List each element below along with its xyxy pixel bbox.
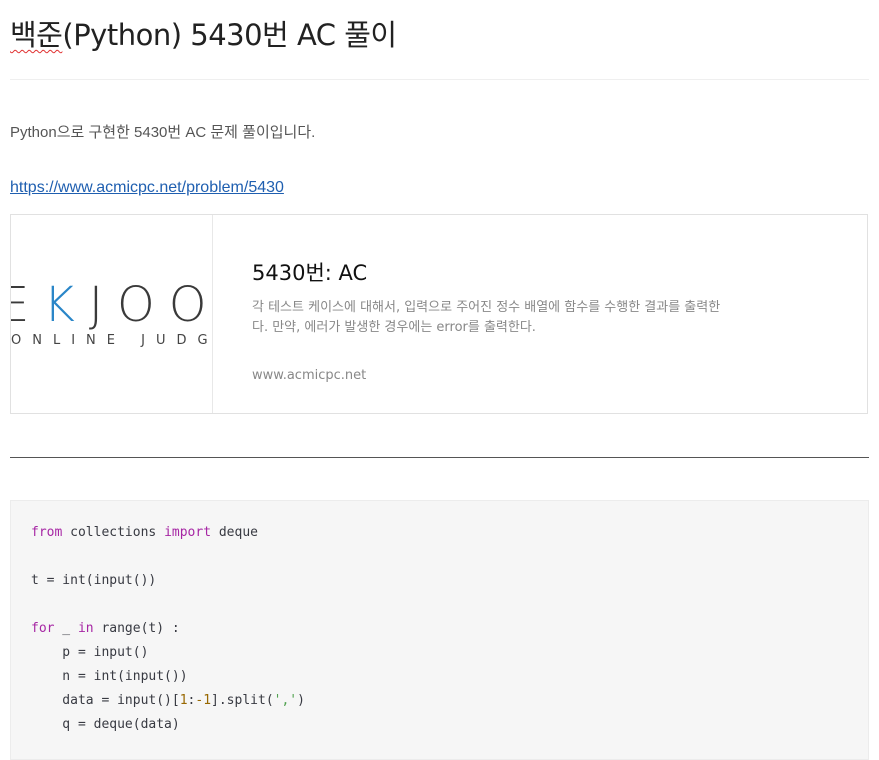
code-token: deque xyxy=(211,525,258,540)
code-lines: from collections import deque t = int(in… xyxy=(31,521,305,737)
code-token: n = int(input()) xyxy=(31,669,188,684)
logo-letter: E xyxy=(11,277,43,333)
code-token-kw: from xyxy=(31,525,63,540)
code-token: ].split( xyxy=(211,693,274,708)
title-divider xyxy=(10,79,869,80)
code-line: t = int(input()) xyxy=(31,569,305,593)
horizontal-rule xyxy=(10,457,869,458)
page-title-spellchecked-word: 백준 xyxy=(10,18,63,52)
code-token: collections xyxy=(62,525,165,540)
code-token: range(t) : xyxy=(93,621,180,636)
baekjoon-logo-wordmark: EKJOO xyxy=(11,277,213,333)
page-title-text: (Python) 5430번 AC 풀이 xyxy=(62,18,397,52)
link-preview-card[interactable]: EKJOO ONLINE JUDGE 5430번: AC 각 테스트 케이스에 … xyxy=(10,214,868,414)
code-token: p = input() xyxy=(31,645,149,660)
code-line: data = input()[1:-1].split(',') xyxy=(31,689,305,713)
baekjoon-logo-subtitle: ONLINE JUDGE xyxy=(11,333,212,348)
code-line: n = int(input()) xyxy=(31,665,305,689)
card-site: www.acmicpc.net xyxy=(252,368,367,383)
code-block: from collections import deque t = int(in… xyxy=(10,500,869,760)
code-line: q = deque(data) xyxy=(31,713,305,737)
code-token-num: -1 xyxy=(195,693,212,708)
code-token: ) xyxy=(297,693,305,708)
logo-letter-accent: K xyxy=(43,277,89,333)
card-description: 각 테스트 케이스에 대해서, 입력으로 주어진 정수 배열에 함수를 수행한 … xyxy=(252,300,721,335)
logo-letters: JOO xyxy=(88,277,213,333)
card-title: 5430번: AC xyxy=(252,261,368,285)
code-line: p = input() xyxy=(31,641,305,665)
intro-paragraph: Python으로 구현한 5430번 AC 문제 풀이입니다. xyxy=(10,124,316,141)
code-token: t = int(input()) xyxy=(31,573,157,588)
code-token: data = input()[ xyxy=(31,693,180,708)
page-title: 백준(Python) 5430번 AC 풀이 xyxy=(10,12,397,54)
code-line: for _ in range(t) : xyxy=(31,617,305,641)
code-token-kw: import xyxy=(164,525,212,540)
code-token-kw: for xyxy=(31,621,55,636)
card-thumbnail: EKJOO ONLINE JUDGE xyxy=(11,215,213,413)
code-token: q = deque(data) xyxy=(31,717,180,732)
code-line: from collections import deque xyxy=(31,521,305,545)
code-token-kw: in xyxy=(77,621,94,636)
problem-link[interactable]: https://www.acmicpc.net/problem/5430 xyxy=(10,179,284,197)
code-token-num: 1 xyxy=(179,693,188,708)
code-token-str: ',' xyxy=(273,693,298,708)
code-token: _ xyxy=(54,621,78,636)
